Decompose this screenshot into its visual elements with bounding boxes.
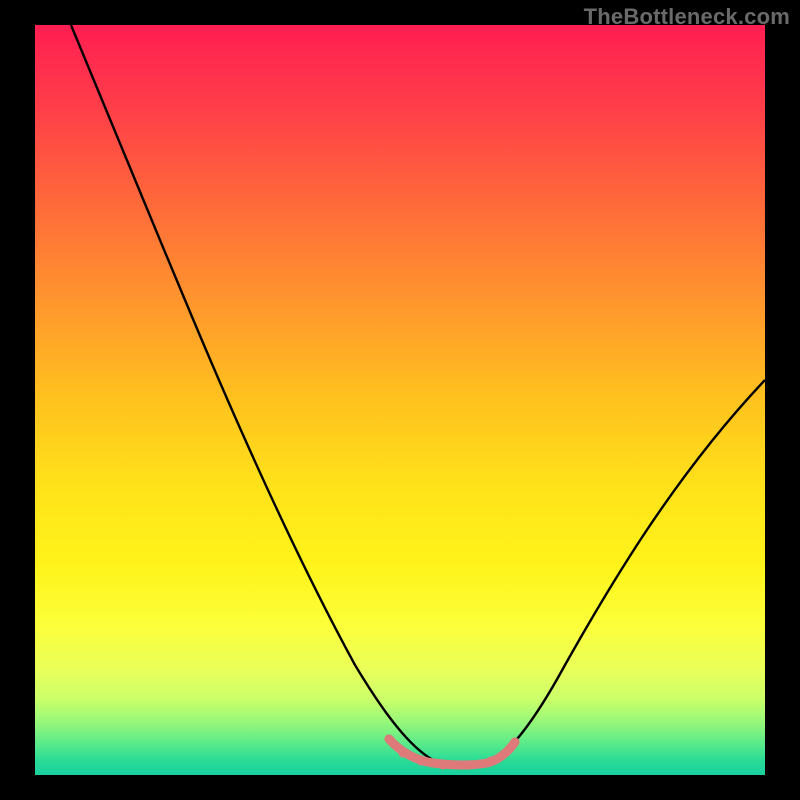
highlight-dot	[385, 735, 394, 744]
highlight-dot	[463, 761, 472, 770]
flat-bottom-highlight	[389, 739, 515, 765]
bottleneck-curve	[71, 25, 765, 765]
plot-area	[35, 25, 765, 775]
highlight-dot	[399, 749, 408, 758]
highlight-dot	[511, 738, 520, 747]
chart-frame: TheBottleneck.com	[0, 0, 800, 800]
highlight-dot	[487, 757, 496, 766]
curve-layer	[35, 25, 765, 775]
highlight-dot	[417, 757, 426, 766]
highlight-dot	[439, 761, 448, 770]
watermark-text: TheBottleneck.com	[584, 4, 790, 30]
